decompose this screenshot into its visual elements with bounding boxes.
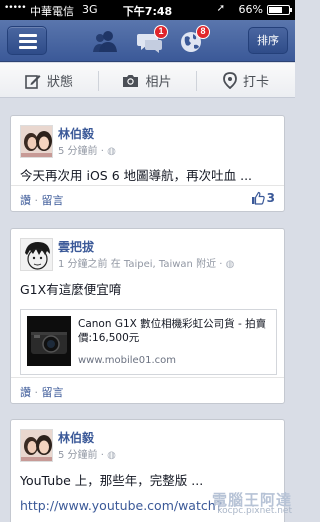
post-timestamp: 1 分鐘之前 在 Taipei, Taiwan 附近 · ◍ (58, 255, 234, 270)
hamburger-line (19, 46, 37, 49)
post-footer: 讚 · 留言 (11, 377, 284, 403)
feed-post: 雲把拔 1 分鐘之前 在 Taipei, Taiwan 附近 · ◍ G1X有這… (10, 228, 285, 404)
sort-button[interactable]: 排序 (248, 27, 288, 54)
profile-photo (21, 239, 52, 270)
comment-link[interactable]: 留言 (42, 194, 64, 207)
link-title: Canon G1X 數位相機彩虹公司貨 - 拍賣價:16,500元 (78, 318, 267, 344)
post-timestamp: 5 分鐘前 · ◍ (58, 446, 116, 461)
notifications-badge: 8 (196, 25, 210, 39)
privacy-globe-icon: ◍ (107, 450, 116, 461)
avatar[interactable] (20, 238, 53, 271)
like-count[interactable]: 3 (251, 191, 275, 205)
post-time-location: 1 分鐘之前 在 Taipei, Taiwan 附近 · (58, 259, 223, 270)
post-footer: 讚 · 留言 3 (11, 185, 284, 211)
like-link[interactable]: 讚 (20, 386, 31, 399)
menu-button[interactable] (7, 26, 47, 55)
thumbs-up-icon (251, 191, 265, 205)
watermark-title: 電腦王阿達 (211, 491, 292, 509)
post-time: 5 分鐘前 · (58, 450, 104, 461)
post-time: 5 分鐘前 · (58, 146, 104, 157)
avatar[interactable] (20, 125, 53, 158)
post-timestamp: 5 分鐘前 · ◍ (58, 142, 116, 157)
post-actions: 讚 · 留言 (20, 384, 64, 400)
news-feed: 林伯毅 5 分鐘前 · ◍ 今天再次用 iOS 6 地圖導航，再次吐血 ... … (0, 98, 295, 522)
battery-level-fill (269, 7, 282, 13)
link-thumbnail (27, 316, 71, 366)
post-author[interactable]: 林伯毅 (58, 429, 94, 446)
camera-icon (123, 75, 139, 87)
link-preview[interactable]: Canon G1X 數位相機彩虹公司貨 - 拍賣價:16,500元 www.mo… (20, 309, 277, 375)
messages-button[interactable]: 1 (136, 25, 168, 54)
photo-action-button[interactable]: 相片 (98, 63, 196, 98)
hamburger-menu-icon (19, 34, 37, 37)
battery-icon (267, 5, 292, 15)
location-pin-icon (223, 72, 237, 89)
photo-action-label: 相片 (145, 75, 172, 90)
friend-requests-icon (93, 31, 117, 52)
post-text: 今天再次用 iOS 6 地圖導航，再次吐血 ... (20, 168, 253, 183)
camera-product-image (27, 316, 71, 366)
battery-percent: 66% (238, 3, 263, 16)
profile-photo (21, 430, 52, 461)
messages-badge: 1 (154, 25, 168, 39)
avatar[interactable] (20, 429, 53, 462)
composer-action-bar: 狀態 相片 打卡 (0, 63, 295, 98)
checkin-action-button[interactable]: 打卡 (197, 63, 295, 98)
pencil-icon (25, 74, 41, 89)
post-author[interactable]: 雲把拔 (58, 238, 94, 255)
privacy-globe-icon: ◍ (107, 146, 116, 157)
post-actions: 讚 · 留言 (20, 192, 64, 208)
post-author[interactable]: 林伯毅 (58, 125, 94, 142)
dot-separator: · (34, 194, 42, 207)
checkin-action-label: 打卡 (242, 75, 269, 90)
post-link-url[interactable]: http://www.youtube.com/watch? (20, 498, 222, 513)
dot-separator: · (34, 386, 42, 399)
notifications-button[interactable]: 8 (178, 25, 210, 54)
link-url: www.mobile01.com (78, 355, 176, 366)
post-text: G1X有這麼便宜唷 (20, 282, 122, 297)
status-action-label: 狀態 (46, 75, 73, 90)
watermark-site: kocpc.pixnet.net (217, 506, 292, 516)
status-bar: ••••• 中華電信 3G 下午7:48 ➚ 66% (0, 0, 295, 20)
watermark: 電腦王阿達 kocpc.pixnet.net (211, 491, 292, 517)
feed-post: 林伯毅 5 分鐘前 · ◍ 今天再次用 iOS 6 地圖導航，再次吐血 ... … (10, 115, 285, 212)
comment-link[interactable]: 留言 (42, 386, 64, 399)
like-link[interactable]: 讚 (20, 194, 31, 207)
top-nav-bar: 1 8 排序 (0, 20, 295, 62)
hamburger-line (19, 40, 37, 43)
location-arrow-icon: ➚ (216, 3, 225, 14)
status-action-button[interactable]: 狀態 (0, 63, 98, 98)
post-text: YouTube 上，那些年，完整版 ... (20, 473, 204, 488)
privacy-globe-icon: ◍ (225, 259, 235, 270)
like-count-value: 3 (266, 191, 275, 205)
profile-photo (21, 126, 52, 157)
friend-requests-button[interactable] (91, 28, 119, 54)
